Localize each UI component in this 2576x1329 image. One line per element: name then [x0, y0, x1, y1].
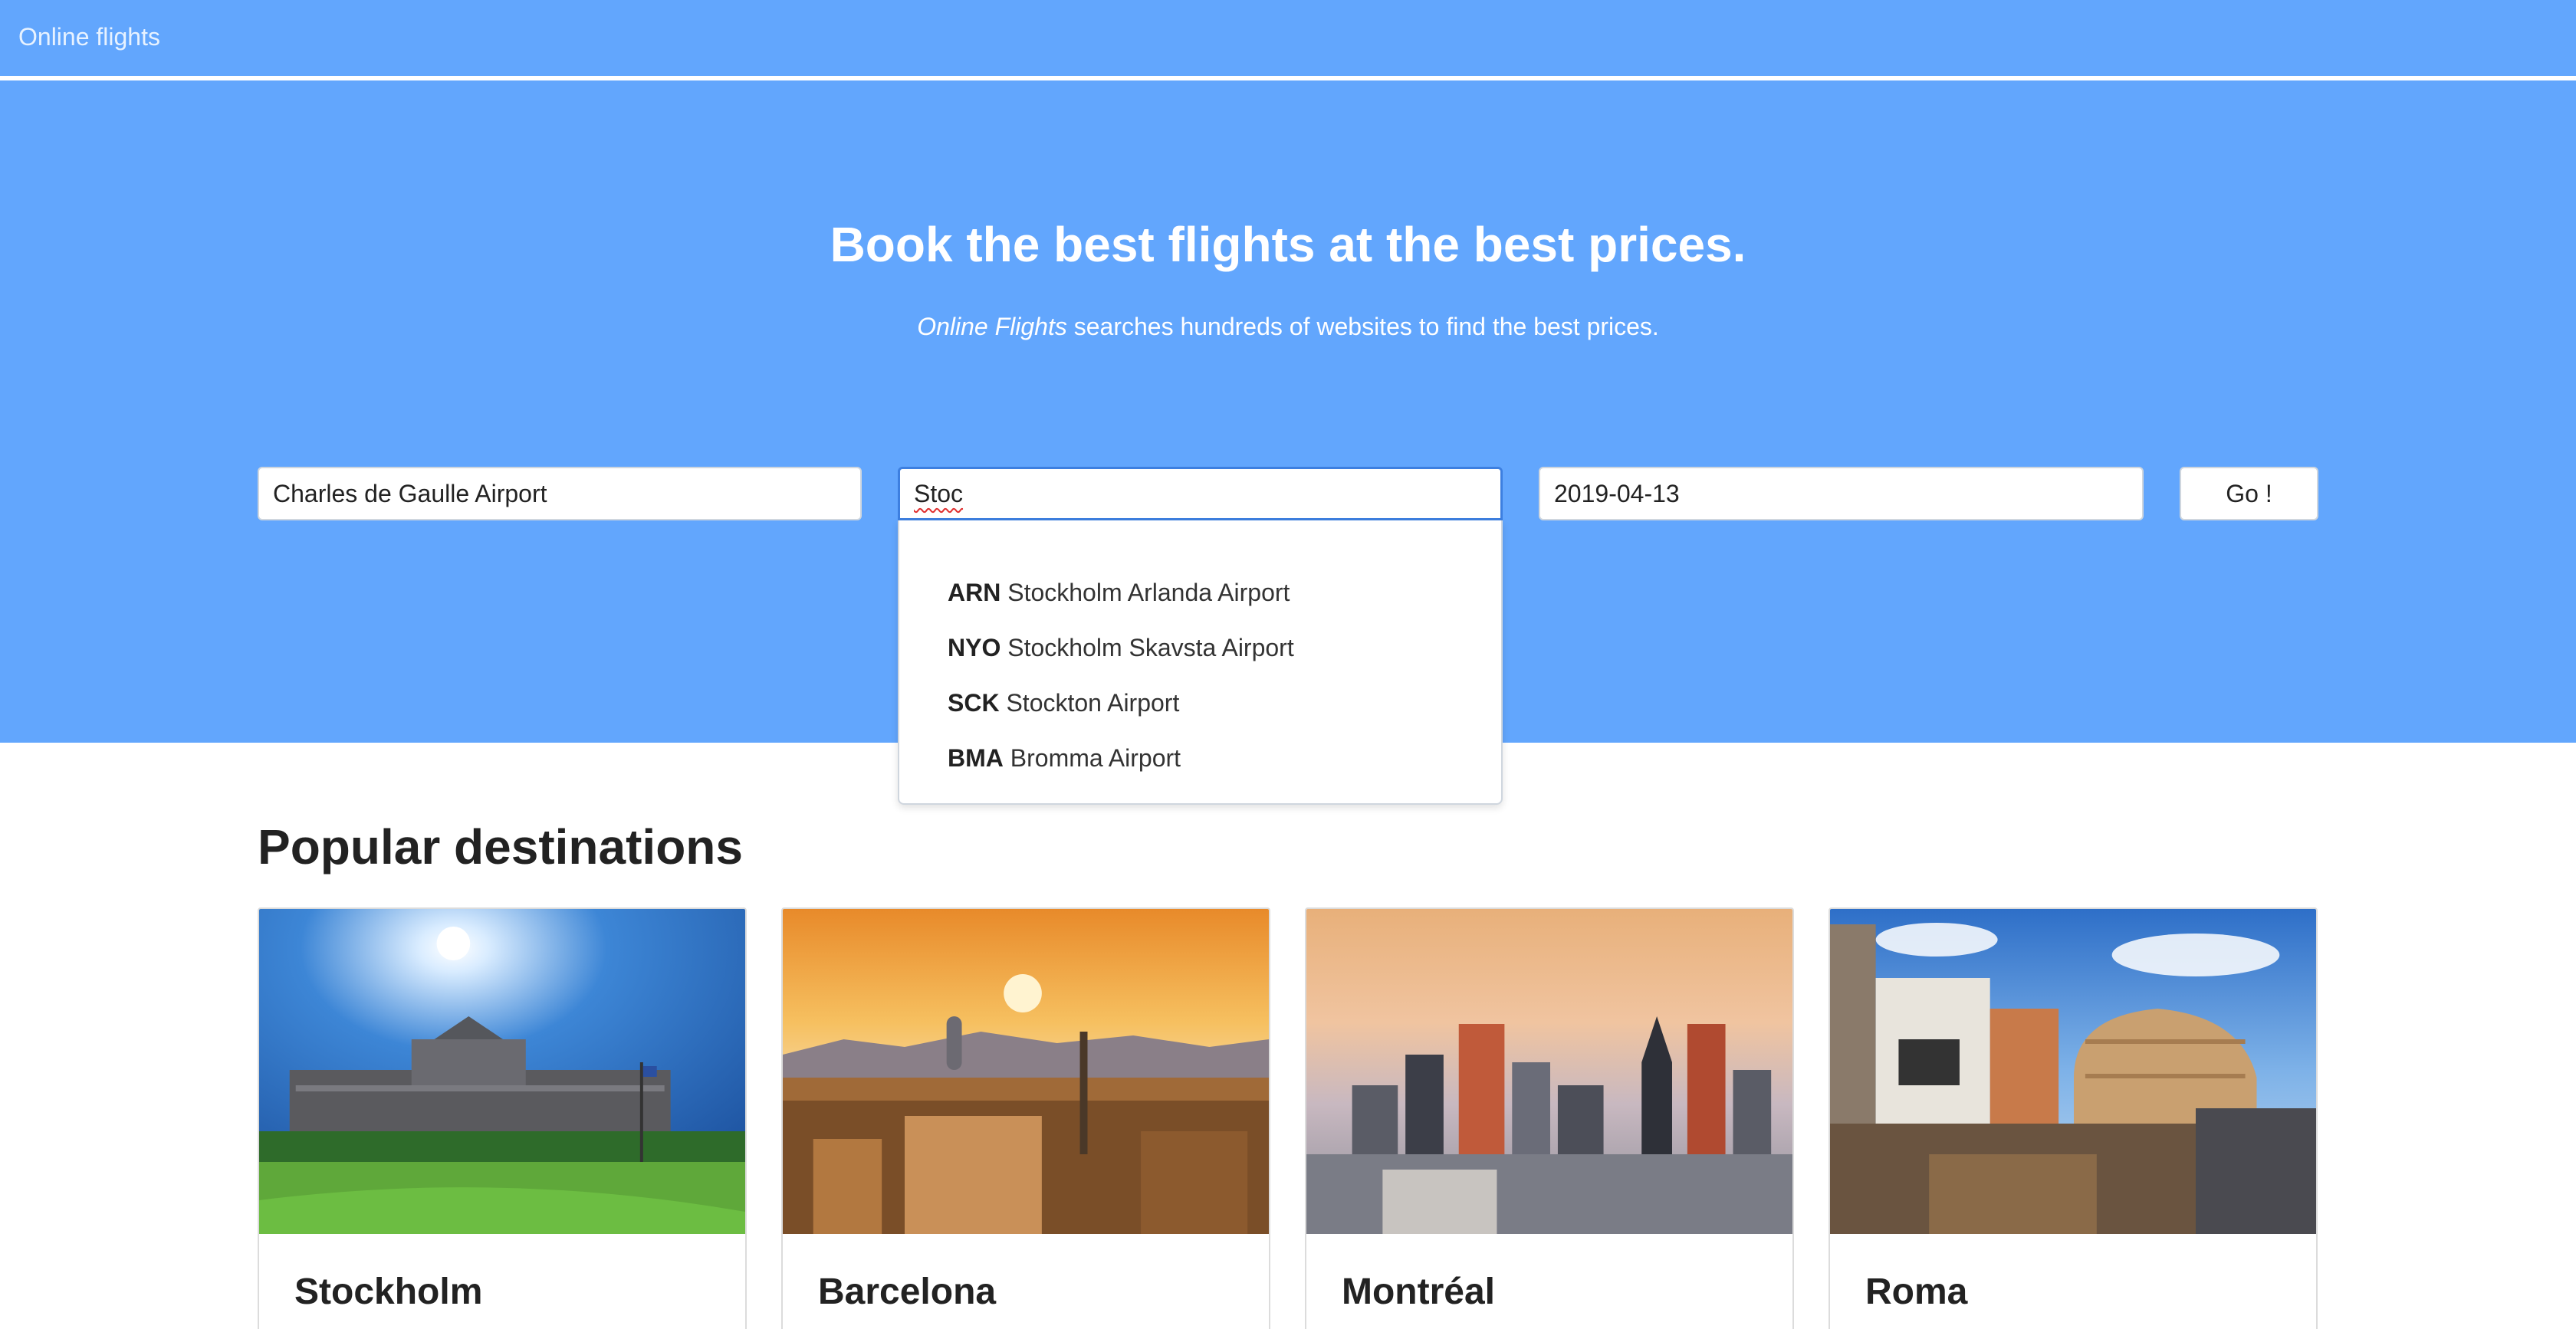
card-title: Barcelona: [818, 1272, 997, 1312]
autocomplete-dropdown: ARN Stockholm Arlanda Airport NYO Stockh…: [898, 520, 1503, 805]
navbar: Online flights: [0, 0, 2576, 78]
suggestion-item-sck[interactable]: SCK Stockton Airport: [899, 675, 1501, 730]
suggestion-name: Stockton Airport: [1006, 689, 1180, 717]
stockholm-photo: [259, 909, 745, 1234]
destination-card-roma[interactable]: Roma: [1829, 907, 2318, 1329]
suggestion-name: Stockholm Skavsta Airport: [1007, 634, 1294, 661]
suggestion-code: BMA: [948, 744, 1004, 772]
roma-photo: [1830, 909, 2316, 1234]
date-input[interactable]: [1539, 467, 2144, 520]
card-title: Montréal: [1342, 1272, 1496, 1312]
hero-title: Book the best flights at the best prices…: [830, 217, 1746, 272]
card-title: Stockholm: [294, 1272, 483, 1312]
hero-subtitle: Online Flights searches hundreds of webs…: [0, 313, 2576, 341]
suggestion-code: NYO: [948, 634, 1001, 661]
hero-subtitle-text: searches hundreds of websites to find th…: [1066, 313, 1659, 340]
popular-destinations-title: Popular destinations: [258, 819, 743, 875]
origin-input[interactable]: [258, 467, 862, 520]
card-title: Roma: [1865, 1272, 1968, 1312]
suggestion-name: Stockholm Arlanda Airport: [1007, 579, 1290, 606]
go-button[interactable]: Go !: [2180, 467, 2318, 520]
montreal-photo: [1306, 909, 1792, 1234]
suggestion-name: Bromma Airport: [1010, 744, 1181, 772]
destination-card-barcelona[interactable]: Barcelona: [781, 907, 1270, 1329]
hero-subtitle-brand: Online Flights: [917, 313, 1067, 340]
suggestion-code: SCK: [948, 689, 1000, 717]
destination-input-text: Stoc: [914, 479, 964, 507]
destination-card-stockholm[interactable]: Stockholm: [258, 907, 747, 1329]
destination-card-montreal[interactable]: Montréal: [1305, 907, 1794, 1329]
brand-link[interactable]: Online flights: [18, 23, 160, 51]
suggestion-item-bma[interactable]: BMA Bromma Airport: [899, 730, 1501, 786]
suggestion-item-arn[interactable]: ARN Stockholm Arlanda Airport: [899, 565, 1501, 620]
suggestion-code: ARN: [948, 579, 1001, 606]
destination-input[interactable]: Stoc: [898, 467, 1503, 520]
barcelona-photo: [783, 909, 1269, 1234]
suggestion-item-nyo[interactable]: NYO Stockholm Skavsta Airport: [899, 620, 1501, 675]
